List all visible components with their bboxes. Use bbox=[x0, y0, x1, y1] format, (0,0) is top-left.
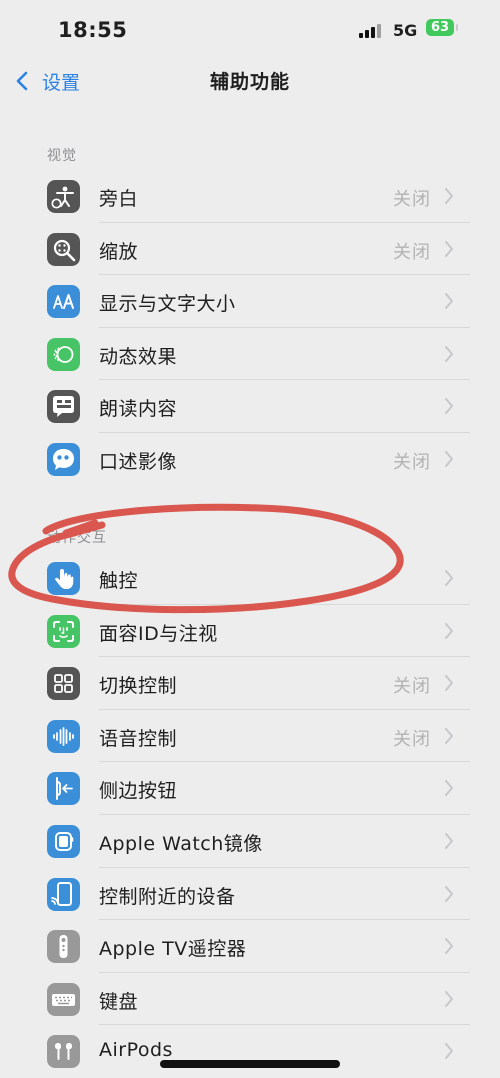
chevron-right-icon bbox=[444, 675, 454, 692]
voiceover-icon bbox=[47, 180, 80, 213]
motion-icon bbox=[47, 337, 80, 371]
battery-icon: 63 bbox=[426, 19, 458, 36]
list-item-label: 语音控制 bbox=[99, 727, 178, 750]
list-item-label: 面容ID与注视 bbox=[99, 622, 218, 645]
list-item-label: 键盘 bbox=[99, 990, 139, 1013]
chevron-right-icon bbox=[444, 727, 454, 744]
signal-strength-icon bbox=[359, 24, 383, 38]
chevron-right-icon bbox=[444, 293, 454, 310]
list-item-label: 缩放 bbox=[99, 240, 139, 263]
navigation-bar: 设置 辅助功能 bbox=[0, 58, 500, 102]
list-item-label: 显示与文字大小 bbox=[99, 293, 236, 316]
chevron-right-icon bbox=[444, 450, 454, 467]
audio-description-icon bbox=[47, 442, 80, 476]
chevron-right-icon bbox=[444, 570, 454, 586]
vision-list: 旁白 关闭 缩放 关闭 显示与文字大小 动态效果 朗读内容 口述影像 关闭 bbox=[0, 170, 500, 486]
list-item[interactable]: 显示与文字大小 bbox=[0, 275, 500, 328]
control-nearby-devices-icon bbox=[47, 877, 80, 911]
switch-control-icon bbox=[47, 667, 80, 701]
keyboard-icon bbox=[47, 982, 80, 1016]
list-item[interactable]: 动态效果 bbox=[0, 328, 500, 381]
text-size-icon bbox=[47, 285, 80, 319]
list-item[interactable]: 口述影像 关闭 bbox=[0, 433, 500, 486]
section-header-physical-motor: 动作交互 bbox=[47, 530, 107, 546]
list-item[interactable]: 面容ID与注视 bbox=[0, 605, 500, 658]
list-item[interactable]: 语音控制 关闭 bbox=[0, 710, 500, 763]
face-id-icon bbox=[47, 614, 80, 648]
list-item-label: 旁白 bbox=[99, 188, 139, 210]
list-item-label: 朗读内容 bbox=[99, 398, 178, 421]
list-item[interactable]: 触控 bbox=[0, 552, 500, 605]
page-title: 辅助功能 bbox=[209, 71, 290, 93]
list-item[interactable]: 切换控制 关闭 bbox=[0, 657, 500, 710]
status-value: 关闭 bbox=[393, 728, 431, 750]
list-item[interactable]: Apple Watch镜像 bbox=[0, 815, 500, 868]
chevron-right-icon bbox=[444, 188, 454, 204]
list-item[interactable]: Apple TV遥控器 bbox=[0, 920, 500, 973]
list-item-label: 口述影像 bbox=[99, 450, 178, 473]
list-item[interactable]: 朗读内容 bbox=[0, 380, 500, 433]
airpods-icon bbox=[47, 1035, 80, 1069]
status-bar: 18:55 5G 63 bbox=[0, 0, 500, 60]
home-indicator bbox=[160, 1060, 340, 1068]
list-item[interactable]: AirPods bbox=[0, 1025, 500, 1078]
list-item-label: 切换控制 bbox=[99, 675, 178, 698]
list-item[interactable]: 键盘 bbox=[0, 973, 500, 1026]
chevron-right-icon bbox=[444, 938, 454, 955]
list-item[interactable]: 缩放 关闭 bbox=[0, 223, 500, 276]
list-item-label: Apple Watch镜像 bbox=[99, 832, 263, 855]
apple-watch-mirroring-icon bbox=[47, 824, 80, 858]
chevron-right-icon bbox=[444, 990, 454, 1007]
chevron-right-icon bbox=[444, 885, 454, 902]
chevron-right-icon bbox=[444, 832, 454, 849]
chevron-right-icon bbox=[444, 398, 454, 415]
section-header-vision: 视觉 bbox=[47, 148, 77, 164]
chevron-right-icon bbox=[444, 1043, 454, 1060]
status-value: 关闭 bbox=[393, 189, 431, 210]
chevron-right-icon bbox=[444, 780, 454, 797]
voice-control-icon bbox=[47, 719, 80, 753]
list-item[interactable]: 控制附近的设备 bbox=[0, 868, 500, 921]
chevron-right-icon bbox=[444, 622, 454, 639]
network-type: 5G bbox=[393, 21, 418, 40]
side-button-icon bbox=[47, 772, 80, 806]
status-value: 关闭 bbox=[393, 241, 431, 263]
list-item-label: 触控 bbox=[99, 570, 139, 592]
status-value: 关闭 bbox=[393, 451, 431, 473]
list-item-label: 动态效果 bbox=[99, 345, 178, 368]
list-item-label: 侧边按钮 bbox=[99, 780, 178, 803]
spoken-content-icon bbox=[47, 390, 80, 424]
chevron-right-icon bbox=[444, 240, 454, 257]
status-value: 关闭 bbox=[393, 676, 431, 698]
status-time: 18:55 bbox=[58, 18, 128, 42]
chevron-right-icon bbox=[444, 345, 454, 362]
apple-tv-remote-icon bbox=[47, 930, 80, 964]
list-item[interactable]: 侧边按钮 bbox=[0, 762, 500, 815]
list-item-label: AirPods bbox=[99, 1039, 173, 1062]
interaction-list: 触控 面容ID与注视 切换控制 关闭 语音控制 关闭 侧边按钮 Apple Wa… bbox=[0, 552, 500, 1078]
list-item-label: 控制附近的设备 bbox=[99, 885, 236, 908]
zoom-icon bbox=[47, 232, 80, 266]
list-item-label: Apple TV遥控器 bbox=[99, 938, 247, 961]
touch-icon bbox=[47, 562, 80, 595]
list-item[interactable]: 旁白 关闭 bbox=[0, 170, 500, 223]
